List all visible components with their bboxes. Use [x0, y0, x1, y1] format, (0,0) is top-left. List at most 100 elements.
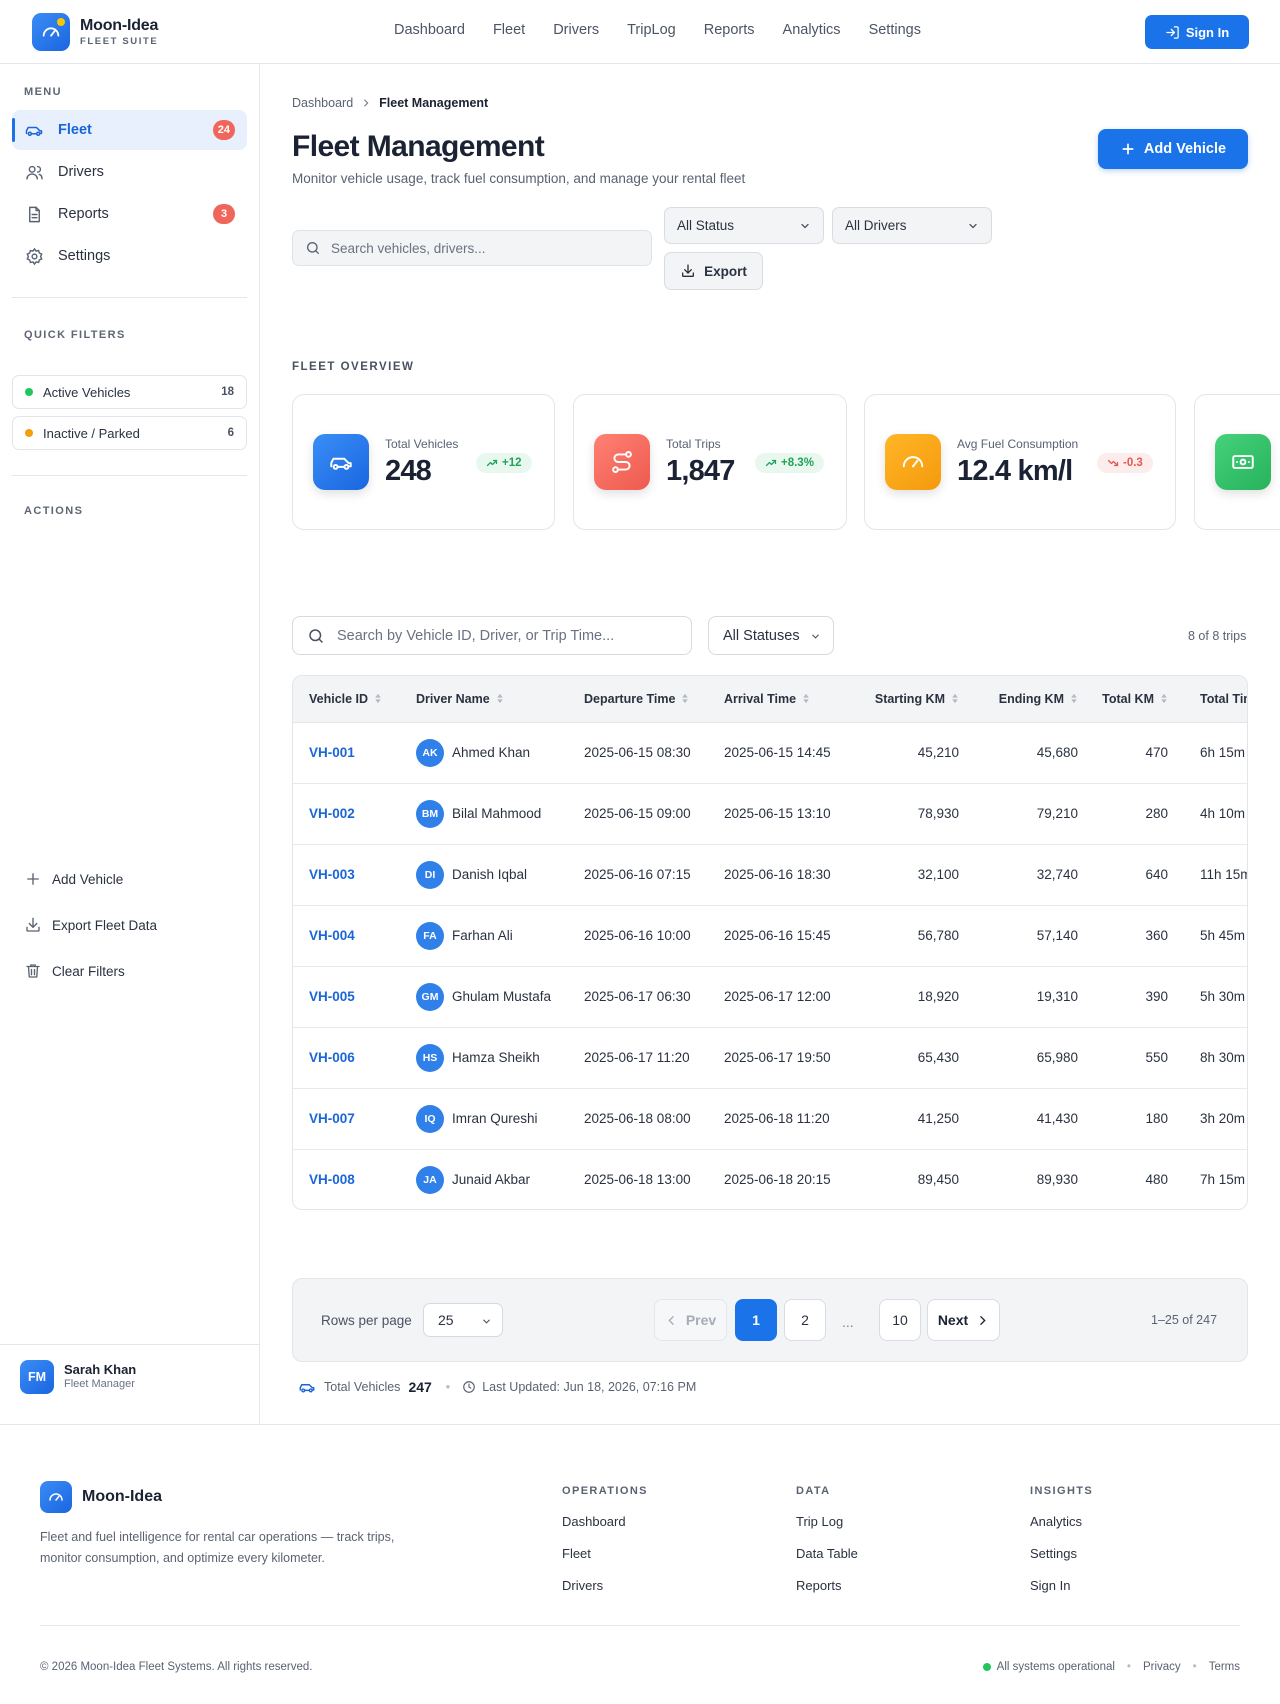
- action-clear-filters[interactable]: Clear Filters: [24, 962, 125, 980]
- vehicle-id-link[interactable]: VH-008: [309, 1149, 416, 1209]
- terms-link[interactable]: Terms: [1209, 1661, 1240, 1673]
- vehicle-id-link[interactable]: VH-001: [309, 722, 416, 783]
- nav-reports[interactable]: Reports: [704, 22, 755, 38]
- top-nav: Dashboard Fleet Drivers TripLog Reports …: [394, 22, 949, 38]
- footer-link[interactable]: Trip Log: [796, 1514, 858, 1529]
- departure-time: 2025-06-17 11:20: [584, 1050, 690, 1065]
- nav-fleet[interactable]: Fleet: [493, 22, 525, 38]
- add-vehicle-button[interactable]: Add Vehicle: [1098, 129, 1248, 169]
- vehicle-id-link[interactable]: VH-004: [309, 905, 416, 966]
- nav-analytics[interactable]: Analytics: [783, 22, 841, 38]
- nav-dashboard[interactable]: Dashboard: [394, 22, 465, 38]
- departure-time: 2025-06-16 10:00: [584, 928, 691, 943]
- chevron-left-icon: [668, 1315, 674, 1325]
- action-add-vehicle[interactable]: Add Vehicle: [24, 870, 123, 888]
- vehicle-id-link[interactable]: VH-006: [309, 1027, 416, 1088]
- sort-icon: [1071, 694, 1077, 704]
- separator-dot: •: [1126, 1661, 1131, 1673]
- vehicle-id-link[interactable]: VH-007: [309, 1088, 416, 1149]
- total-km: 480: [1145, 1172, 1168, 1188]
- quick-filter-label: Inactive / Parked: [43, 425, 140, 441]
- column-header-starting-km[interactable]: Starting KM: [864, 676, 959, 723]
- trash-icon: [24, 962, 42, 980]
- chevron-down-icon: [801, 223, 809, 229]
- stat-value: 248: [385, 455, 432, 487]
- footer-brand[interactable]: Moon-Idea: [40, 1481, 162, 1513]
- column-header-arrival-time[interactable]: Arrival Time: [724, 676, 864, 723]
- column-header-vehicle-id[interactable]: Vehicle ID: [309, 676, 416, 723]
- gauge-icon: [40, 1481, 72, 1513]
- user-name: Sarah Khan: [64, 1362, 137, 1377]
- trip-search-placeholder: Search by Vehicle ID, Driver, or Trip Ti…: [337, 627, 615, 644]
- privacy-link[interactable]: Privacy: [1143, 1661, 1181, 1673]
- page-button-1[interactable]: 1: [735, 1299, 777, 1341]
- sidebar-item-fleet[interactable]: Fleet 24: [12, 110, 247, 150]
- footer-link[interactable]: Analytics: [1030, 1514, 1093, 1529]
- ending-km: 19,310: [1036, 989, 1078, 1004]
- footer-link[interactable]: Settings: [1030, 1546, 1093, 1561]
- table-row[interactable]: VH-004 FA Farhan Ali 2025-06-16 10:00 2025-0…: [293, 905, 1247, 966]
- sort-icon: [952, 694, 958, 704]
- sidebar-item-drivers[interactable]: Drivers: [12, 152, 247, 192]
- footer-column-heading: OPERATIONS: [562, 1485, 648, 1497]
- vehicle-id-link[interactable]: VH-002: [309, 783, 416, 844]
- vehicle-id-link[interactable]: VH-005: [309, 966, 416, 1027]
- sidebar-item-settings[interactable]: Settings: [12, 236, 247, 276]
- trip-status-select[interactable]: All Statuses: [708, 616, 834, 655]
- export-button[interactable]: Export: [664, 252, 763, 290]
- nav-triplog[interactable]: TripLog: [627, 22, 676, 38]
- column-header-total-time[interactable]: Total Time: [1200, 676, 1247, 723]
- table-row[interactable]: VH-001 AK Ahmed Khan 2025-06-15 08:30 2025-0…: [293, 722, 1247, 783]
- footer-link[interactable]: Sign In: [1030, 1578, 1093, 1593]
- footer-link[interactable]: Drivers: [562, 1578, 648, 1593]
- next-page-button[interactable]: Next: [927, 1299, 1000, 1341]
- trend-value: +12: [502, 457, 522, 469]
- stat-value: 1,847: [666, 455, 735, 487]
- footer-link[interactable]: Fleet: [562, 1546, 648, 1561]
- action-export-fleet-data[interactable]: Export Fleet Data: [24, 916, 157, 934]
- page-button-2[interactable]: 2: [784, 1299, 826, 1341]
- vehicle-id-link[interactable]: VH-003: [309, 844, 416, 905]
- brand[interactable]: Moon-Idea FLEET SUITE: [32, 13, 158, 51]
- column-header-departure-time[interactable]: Departure Time: [584, 676, 724, 723]
- column-header-ending-km[interactable]: Ending KM: [983, 676, 1078, 723]
- total-time: 11h 15m: [1200, 867, 1248, 882]
- table-row[interactable]: VH-003 DI Danish Iqbal 2025-06-16 07:15 2025…: [293, 844, 1248, 905]
- footer-link[interactable]: Reports: [796, 1578, 858, 1593]
- status-filter-select[interactable]: All Status: [664, 207, 824, 244]
- table-row[interactable]: VH-005 GM Ghulam Mustafa 2025-06-17 06:30 20…: [293, 966, 1247, 1027]
- trip-search-input[interactable]: Search by Vehicle ID, Driver, or Trip Ti…: [292, 616, 692, 655]
- search-input[interactable]: Search vehicles, drivers...: [292, 230, 652, 266]
- table-row[interactable]: VH-007 IQ Imran Qureshi 2025-06-18 08:00 202…: [293, 1088, 1247, 1149]
- sidebar-item-reports[interactable]: Reports 3: [12, 194, 247, 234]
- table-row[interactable]: VH-006 HS Hamza Sheikh 2025-06-17 11:20 2025…: [293, 1027, 1247, 1088]
- table-header-row: Vehicle ID Driver Name Departure Time Ar…: [293, 676, 1247, 723]
- nav-drivers[interactable]: Drivers: [553, 22, 599, 38]
- footer-description: Fleet and fuel intelligence for rental c…: [40, 1530, 395, 1565]
- nav-settings[interactable]: Settings: [869, 22, 921, 38]
- quick-filter-label: Active Vehicles: [43, 384, 131, 400]
- driver-cell: HS Hamza Sheikh: [416, 1043, 584, 1072]
- arrival-time: 2025-06-16 15:45: [724, 928, 831, 943]
- sign-in-button[interactable]: Sign In: [1145, 15, 1249, 49]
- add-vehicle-label: Add Vehicle: [1143, 141, 1227, 157]
- system-status: All systems operational: [996, 1661, 1115, 1673]
- column-header-driver-name[interactable]: Driver Name: [416, 676, 584, 723]
- table-row[interactable]: VH-002 BM Bilal Mahmood 2025-06-15 09:00 202…: [293, 783, 1247, 844]
- status-dot: [982, 1663, 991, 1671]
- avatar: DI: [416, 860, 444, 889]
- rows-per-page-select[interactable]: 25: [423, 1303, 503, 1337]
- footer-link[interactable]: Dashboard: [562, 1514, 648, 1529]
- starting-km: 41,250: [917, 1111, 959, 1126]
- footer-link[interactable]: Data Table: [796, 1546, 858, 1561]
- column-header-total-km[interactable]: Total KM: [1102, 676, 1168, 723]
- driver-filter-select[interactable]: All Drivers: [832, 207, 992, 244]
- user-profile[interactable]: FM Sarah Khan Fleet Manager: [0, 1344, 259, 1424]
- trip-status-value: All Statuses: [723, 627, 800, 644]
- quick-filter-active[interactable]: Active Vehicles 18: [12, 375, 247, 409]
- prev-page-button[interactable]: Prev: [654, 1299, 727, 1341]
- table-row[interactable]: VH-008 JA Junaid Akbar 2025-06-18 13:00 2025…: [293, 1149, 1247, 1209]
- page-button-10[interactable]: 10: [879, 1299, 921, 1341]
- breadcrumb-dashboard[interactable]: Dashboard: [292, 96, 353, 110]
- quick-filter-inactive[interactable]: Inactive / Parked 6: [12, 416, 247, 450]
